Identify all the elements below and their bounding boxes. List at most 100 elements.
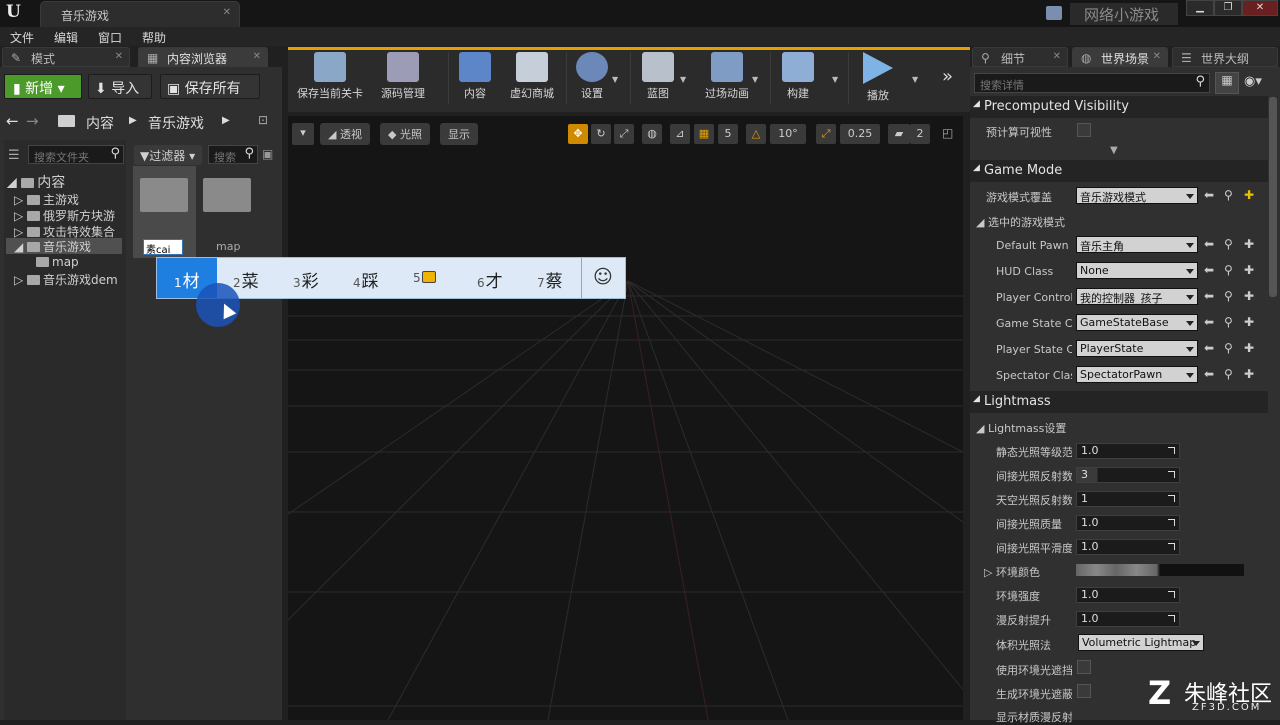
- rename-input[interactable]: 素cai: [143, 239, 183, 256]
- ime-candidate-3[interactable]: 3彩: [293, 258, 353, 298]
- grid-snap-value[interactable]: 5: [718, 124, 738, 144]
- browse-search-icon[interactable]: ⚲: [1224, 237, 1233, 251]
- browse-search-icon[interactable]: ⚲: [1224, 367, 1233, 381]
- tree-item-tetris[interactable]: ▷ 俄罗斯方块游: [14, 207, 126, 223]
- browse-search-icon[interactable]: ⚲: [1224, 263, 1233, 277]
- property-matrix-icon[interactable]: ▦: [1215, 72, 1239, 94]
- volumetric-method-select[interactable]: Volumetric Lightmap: [1078, 634, 1204, 651]
- env-color-group[interactable]: ▷ 环境颜色: [984, 564, 1040, 580]
- menu-help[interactable]: 帮助: [142, 29, 166, 46]
- game-state-class-select[interactable]: GameStateBase: [1076, 314, 1198, 331]
- tree-item-attack-fx[interactable]: ▷ 攻击特效集合: [14, 223, 126, 239]
- add-icon[interactable]: ✚: [1244, 263, 1254, 277]
- scrollbar[interactable]: [1269, 97, 1277, 297]
- chevron-down-icon[interactable]: ▼: [752, 75, 758, 84]
- more-icon[interactable]: »: [942, 66, 953, 87]
- tab-world-outliner[interactable]: ☰ 世界大纲: [1172, 47, 1278, 67]
- env-intensity-input[interactable]: 1.0: [1076, 587, 1180, 603]
- section-lightmass[interactable]: ◢ Lightmass: [970, 391, 1268, 413]
- search-assets-input[interactable]: 搜索 ⚲: [208, 145, 258, 164]
- world-icon[interactable]: ◍: [642, 124, 662, 144]
- breadcrumb-music-game[interactable]: 音乐游戏: [148, 113, 204, 133]
- tab-details[interactable]: ⚲ 细节 ✕: [972, 47, 1068, 67]
- use-ao-checkbox[interactable]: [1077, 660, 1091, 674]
- add-icon[interactable]: ✚: [1244, 237, 1254, 251]
- lit-button[interactable]: ◆ 光照: [380, 123, 430, 145]
- use-selected-arrow-icon[interactable]: ⬅: [1204, 237, 1214, 251]
- add-new-button[interactable]: ▮ 新增 ▾: [4, 74, 82, 99]
- source-control-button[interactable]: 源码管理: [374, 50, 432, 108]
- maximize-button[interactable]: ❐: [1214, 0, 1242, 16]
- asset-tile-map[interactable]: map: [200, 166, 260, 258]
- tree-item-main-game[interactable]: ▷ 主游戏: [14, 191, 136, 207]
- back-arrow-icon[interactable]: ←: [6, 112, 19, 130]
- save-search-icon[interactable]: ▣: [262, 147, 273, 161]
- minimize-button[interactable]: ▁: [1186, 0, 1214, 16]
- import-button[interactable]: ⬇ 导入: [88, 74, 152, 99]
- browse-search-icon[interactable]: ⚲: [1224, 315, 1233, 329]
- eye-icon[interactable]: ◉▾: [1244, 74, 1262, 89]
- game-mode-override-select[interactable]: 音乐游戏模式: [1076, 187, 1198, 204]
- content-button[interactable]: 内容: [452, 50, 498, 108]
- tree-item-content[interactable]: ◢ 内容: [6, 172, 128, 188]
- scale-snap-icon[interactable]: ⤢: [816, 124, 836, 144]
- emoji-picker-icon[interactable]: ☺: [593, 266, 613, 288]
- chevron-down-icon[interactable]: ▼: [832, 75, 838, 84]
- scale-snap-value[interactable]: 0.25: [840, 124, 880, 144]
- use-selected-arrow-icon[interactable]: ⬅: [1204, 367, 1214, 381]
- breadcrumb-content[interactable]: 内容: [86, 113, 114, 133]
- default-pawn-select[interactable]: 音乐主角: [1076, 236, 1198, 253]
- close-window-button[interactable]: ✕: [1242, 0, 1278, 16]
- tree-item-map[interactable]: map: [36, 255, 126, 271]
- add-new-icon[interactable]: ✚: [1244, 188, 1254, 202]
- save-level-button[interactable]: 保存当前关卡: [292, 50, 368, 108]
- add-icon[interactable]: ✚: [1244, 289, 1254, 303]
- spectator-class-select[interactable]: SpectatorPawn: [1076, 366, 1198, 383]
- camera-speed-icon[interactable]: ▰: [888, 124, 910, 144]
- browse-search-icon[interactable]: ⚲: [1224, 289, 1233, 303]
- level-viewport[interactable]: [288, 116, 963, 720]
- maximize-viewport-icon[interactable]: ◰: [942, 126, 953, 140]
- diffuse-boost-input[interactable]: 1.0: [1076, 611, 1180, 627]
- use-selected-arrow-icon[interactable]: ⬅: [1204, 289, 1214, 303]
- menu-file[interactable]: 文件: [10, 29, 34, 46]
- tree-toggle-icon[interactable]: ☰: [8, 148, 20, 163]
- browse-search-icon[interactable]: ⚲: [1224, 341, 1233, 355]
- static-lighting-level-input[interactable]: 1.0: [1076, 443, 1180, 459]
- blueprints-button[interactable]: 蓝图: [636, 50, 680, 108]
- menu-edit[interactable]: 编辑: [54, 29, 78, 46]
- precomputed-visibility-checkbox[interactable]: [1077, 123, 1091, 137]
- rotate-icon[interactable]: ↻: [591, 124, 611, 144]
- marketplace-button[interactable]: 虚幻商城: [504, 50, 560, 108]
- close-icon[interactable]: ✕: [253, 51, 261, 62]
- ime-candidate-2[interactable]: 2菜: [233, 258, 293, 298]
- use-selected-arrow-icon[interactable]: ⬅: [1204, 263, 1214, 277]
- use-selected-arrow-icon[interactable]: ⬅: [1204, 188, 1214, 202]
- search-details-input[interactable]: 搜索详情 ⚲: [974, 73, 1210, 93]
- sky-bounces-input[interactable]: 1: [1076, 491, 1180, 507]
- forward-arrow-icon[interactable]: →: [26, 112, 39, 130]
- settings-button[interactable]: 设置: [570, 50, 614, 108]
- indirect-quality-input[interactable]: 1.0: [1076, 515, 1180, 531]
- env-color-swatch[interactable]: [1076, 564, 1244, 576]
- lightmass-settings-group[interactable]: ◢ Lightmass设置: [976, 420, 1066, 436]
- rotation-snap-value[interactable]: 10°: [770, 124, 806, 144]
- search-folders-input[interactable]: 搜索文件夹 ⚲: [28, 145, 124, 164]
- ime-candidate-6[interactable]: 6才: [477, 258, 537, 298]
- use-selected-arrow-icon[interactable]: ⬅: [1204, 315, 1214, 329]
- selected-game-mode-group[interactable]: ◢ 选中的游戏模式: [976, 214, 1065, 230]
- use-selected-arrow-icon[interactable]: ⬅: [1204, 341, 1214, 355]
- indirect-bounces-input[interactable]: 3: [1076, 467, 1180, 483]
- add-icon[interactable]: ✚: [1244, 315, 1254, 329]
- asset-tile-new-folder[interactable]: 素cai: [133, 166, 196, 258]
- cinematics-button[interactable]: 过场动画: [698, 50, 756, 108]
- tree-item-music-demo[interactable]: ▷ 音乐游戏dem: [14, 271, 126, 287]
- camera-speed-value[interactable]: 2: [910, 124, 930, 144]
- chevron-down-icon[interactable]: ▼: [680, 75, 686, 84]
- tab-modes[interactable]: ✎ 模式 ✕: [2, 47, 130, 67]
- section-precomputed-visibility[interactable]: ◢ Precomputed Visibility: [970, 96, 1268, 118]
- tab-content-browser[interactable]: ▦ 内容浏览器 ✕: [138, 47, 268, 67]
- indirect-smoothness-input[interactable]: 1.0: [1076, 539, 1180, 555]
- close-icon[interactable]: ✕: [1153, 51, 1161, 62]
- add-icon[interactable]: ✚: [1244, 341, 1254, 355]
